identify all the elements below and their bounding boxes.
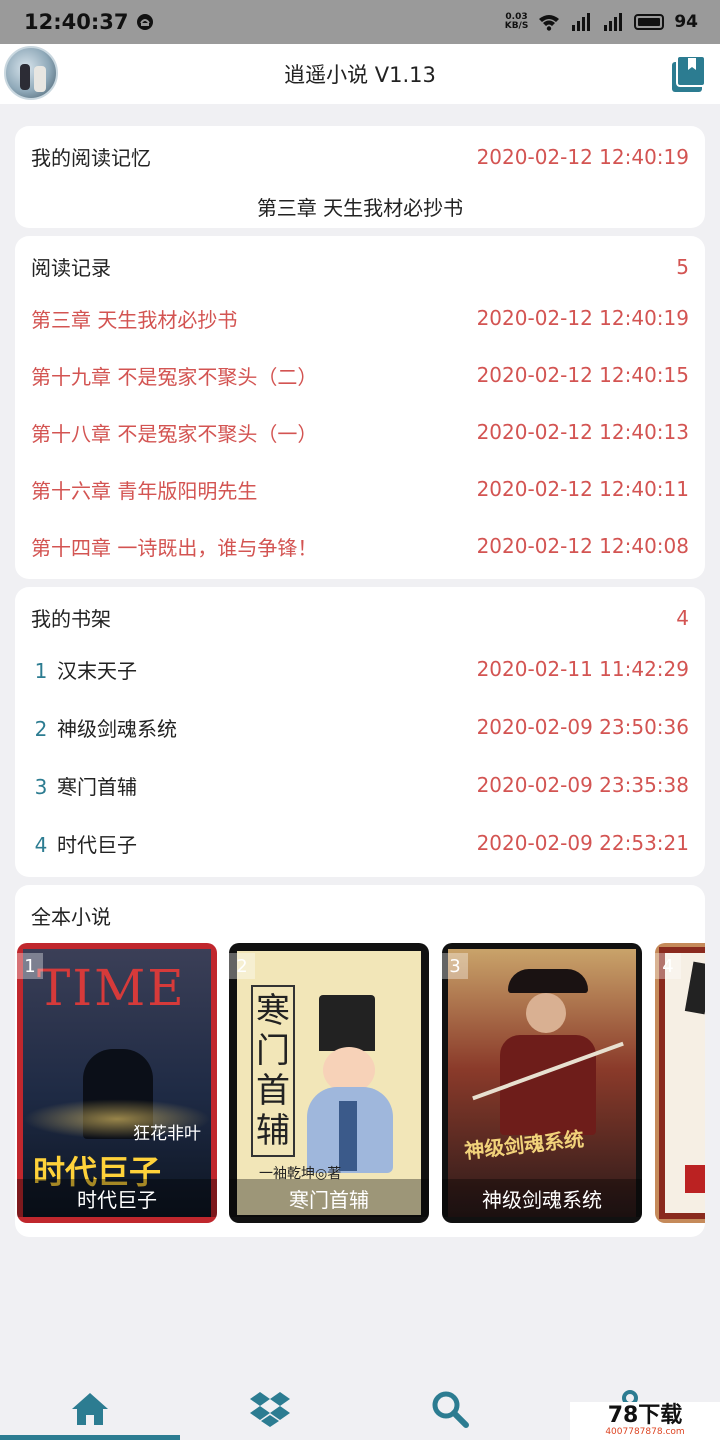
shelf-count: 4 xyxy=(676,605,689,630)
bookshelf-card: 我的书架 4 1 汉末天子 2020-02-11 11:42:29 2 神级剑魂系统… xyxy=(15,587,705,877)
cover-caption: 神级剑魂系统 xyxy=(442,1179,642,1217)
cover-art-title: 神级剑魂系统 xyxy=(463,1126,586,1164)
shelf-item[interactable]: 1 汉末天子 2020-02-11 11:42:29 xyxy=(31,653,689,685)
search-icon xyxy=(432,1391,469,1428)
battery-icon xyxy=(634,14,665,30)
memory-chapter[interactable]: 第三章 天生我材必抄书 xyxy=(15,192,705,221)
watermark-logo: 78下载 4007787878.com xyxy=(570,1402,720,1440)
nav-discover[interactable] xyxy=(180,1386,360,1432)
complete-novels-card: 全本小说 TIME 狂花非叶 时代巨子 1 时代巨子 寒门首辅 一袖乾坤◎著 2… xyxy=(15,885,705,1237)
status-bar: 12:40:37 0.03 KB/S 94 xyxy=(0,0,720,44)
nav-active-indicator xyxy=(0,1435,180,1440)
novel-cover[interactable]: 神级剑魂系统 3 神级剑魂系统 xyxy=(442,943,642,1223)
status-time: 12:40:37 xyxy=(24,10,129,34)
nav-search[interactable] xyxy=(360,1386,540,1432)
nav-home[interactable] xyxy=(0,1386,180,1432)
history-item[interactable]: 第三章 天生我材必抄书 2020-02-12 12:40:19 xyxy=(31,302,689,334)
novel-cover[interactable]: TIME 狂花非叶 时代巨子 1 时代巨子 xyxy=(17,943,217,1223)
card-title: 全本小说 xyxy=(31,905,111,929)
app-header: 逍遥小说 V1.13 xyxy=(0,44,720,104)
notification-icon xyxy=(137,14,154,30)
shelf-item[interactable]: 2 神级剑魂系统 2020-02-09 23:50:36 xyxy=(31,711,689,743)
signal-icon xyxy=(572,13,591,31)
net-speed: 0.03 KB/S xyxy=(504,12,529,31)
history-item[interactable]: 第十九章 不是冤家不聚头（二） 2020-02-12 12:40:15 xyxy=(31,359,689,391)
card-title: 我的阅读记忆 xyxy=(31,146,151,170)
page-title: 逍遥小说 V1.13 xyxy=(284,63,436,87)
avatar[interactable] xyxy=(4,46,58,100)
battery-level: 94 xyxy=(674,12,698,32)
cover-art-title: 寒门首辅 xyxy=(251,985,295,1157)
reading-history-card: 阅读记录 5 第三章 天生我材必抄书 2020-02-12 12:40:19 第十… xyxy=(15,236,705,579)
card-title: 阅读记录 xyxy=(31,256,111,280)
history-count: 5 xyxy=(676,254,689,279)
novel-cover[interactable]: 4 xyxy=(655,943,705,1223)
history-item[interactable]: 第十四章 一诗既出，谁与争锋！ 2020-02-12 12:40:08 xyxy=(31,530,689,562)
history-item[interactable]: 第十六章 青年版阳明先生 2020-02-12 12:40:11 xyxy=(31,473,689,505)
signal-4g-icon xyxy=(604,13,623,31)
shelf-item[interactable]: 4 时代巨子 2020-02-09 22:53:21 xyxy=(31,827,689,859)
cover-subtitle: 狂花非叶 xyxy=(133,1124,201,1144)
memory-timestamp: 2020-02-12 12:40:19 xyxy=(476,144,689,169)
cover-caption: 寒门首辅 xyxy=(229,1179,429,1217)
dropbox-icon xyxy=(250,1392,290,1427)
cover-art-title: TIME xyxy=(37,959,186,1017)
reading-memory-card[interactable]: 我的阅读记忆 2020-02-12 12:40:19 第三章 天生我材必抄书 xyxy=(15,126,705,228)
cover-carousel[interactable]: TIME 狂花非叶 时代巨子 1 时代巨子 寒门首辅 一袖乾坤◎著 2 寒门首辅 xyxy=(17,943,705,1223)
card-title: 我的书架 xyxy=(31,607,111,631)
shelf-item[interactable]: 3 寒门首辅 2020-02-09 23:35:38 xyxy=(31,769,689,801)
history-item[interactable]: 第十八章 不是冤家不聚头（一） 2020-02-12 12:40:13 xyxy=(31,416,689,448)
wifi-icon xyxy=(539,15,560,31)
cover-caption: 时代巨子 xyxy=(17,1179,217,1217)
home-icon xyxy=(72,1393,108,1425)
novel-cover[interactable]: 寒门首辅 一袖乾坤◎著 2 寒门首辅 xyxy=(229,943,429,1223)
bookshelf-icon[interactable] xyxy=(670,54,708,94)
